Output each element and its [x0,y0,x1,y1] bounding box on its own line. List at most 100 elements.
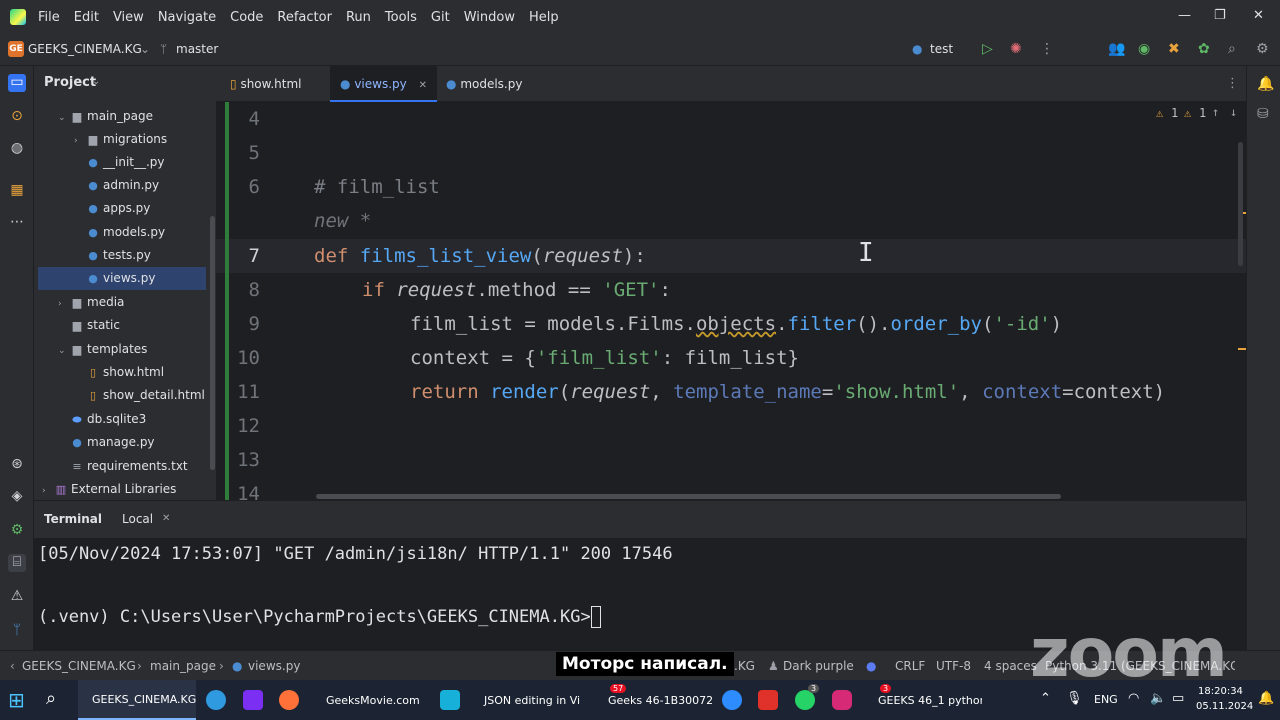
ai-status-icon[interactable]: ● [866,659,876,673]
terminal-tab-local[interactable]: Local [122,512,153,526]
clock-date[interactable]: 05.11.2024 [1196,701,1253,712]
tree-item-migrations[interactable]: › ▆ migrations [74,128,167,151]
menu-window[interactable]: Window [464,10,515,25]
weak-warning-icon[interactable]: ⚠ [1184,106,1191,120]
tools-icon[interactable]: ✖ [1168,41,1180,57]
expand-arrow-icon[interactable]: › [58,293,70,316]
next-highlight-icon[interactable]: ↓ [1230,105,1237,119]
warning-stripe[interactable] [1238,348,1246,350]
breadcrumb-file[interactable]: views.py [248,659,300,673]
microphone-icon[interactable]: 🎙 [1066,691,1083,706]
tree-item-apps-py[interactable]: ● apps.py [86,197,150,220]
project-switcher[interactable]: GEEKS_CINEMA.KG [28,42,142,56]
terminal-prompt-line[interactable]: (.venv) C:\Users\User\PycharmProjects\GE… [38,606,601,628]
terminal-tool-icon[interactable]: ⌸ [8,554,26,572]
structure-icon[interactable]: ▦ [8,182,26,200]
volume-icon[interactable]: 🔈 [1150,691,1166,706]
close-icon[interactable]: ✕ [1253,8,1264,23]
menu-tools[interactable]: Tools [385,10,417,25]
edge-icon[interactable] [206,690,226,710]
editor-vertical-scrollbar[interactable] [1238,142,1243,266]
project-tool-icon[interactable]: ▭ [8,74,26,92]
menu-edit[interactable]: Edit [74,10,99,25]
expand-arrow-icon[interactable]: ⌄ [58,107,70,130]
tab-views-py[interactable]: ● views.py ✕ [330,66,437,102]
tree-item-requirements-txt[interactable]: ≡ requirements.txt [70,455,187,478]
breadcrumb-folder[interactable]: main_page [150,659,216,673]
menu-file[interactable]: File [38,10,60,25]
zoom-app-icon[interactable] [722,690,742,710]
chevron-down-icon[interactable]: ⌄ [92,76,100,87]
recorder-icon[interactable] [758,690,778,710]
settings-icon[interactable]: ⚙ [1256,41,1269,57]
tree-item-admin-py[interactable]: ● admin.py [86,174,159,197]
github-icon[interactable]: ◍ [8,140,26,158]
editor-horizontal-scrollbar[interactable] [316,494,1061,499]
expand-arrow-icon[interactable]: › [74,130,86,153]
commit-icon[interactable]: ⊙ [8,108,26,126]
services-icon[interactable]: ◉ [1138,41,1150,57]
notification-center-icon[interactable]: 🔔 [1258,691,1274,706]
weak-warning-count[interactable]: 1 [1199,106,1206,120]
python-packages-icon[interactable]: ◈ [8,488,26,506]
tab-show-html[interactable]: ▯ show.html [220,66,312,102]
git-icon[interactable]: ᛘ [8,622,26,640]
wifi-icon[interactable]: ◠ [1128,691,1139,706]
terminal-title[interactable]: Terminal [44,512,102,526]
tree-item-db-sqlite3[interactable]: ⬬ db.sqlite3 [70,408,146,431]
branch-switcher[interactable]: master [176,42,218,56]
tree-item-views-py[interactable]: ● views.py [38,267,206,290]
database-icon[interactable]: ⛁ [1257,106,1269,122]
more-icon[interactable]: ⋮ [1040,41,1054,57]
taskbar-item-pycharm[interactable]: GEEKS_CINEMA.KG [78,680,196,720]
run-config-selector[interactable]: test [930,42,953,56]
debug-icon[interactable]: ✺ [1010,41,1022,57]
whatsapp-icon[interactable] [795,690,815,710]
taskbar-item-chrome-json[interactable]: JSON editing in Vi [472,680,584,720]
tree-item-main-page[interactable]: ⌄ ▆ main_page [58,105,153,128]
app-icon[interactable] [440,690,460,710]
tree-item-external-libraries[interactable]: › ▥ External Libraries [42,478,176,500]
tree-item-media[interactable]: › ▆ media [58,291,124,314]
theme-name[interactable]: Dark purple [783,659,854,673]
line-separator[interactable]: CRLF [895,659,925,673]
code-editor[interactable]: ⚠ 1 ⚠ 1 ↑ ↓ 4 5 6 7 8 9 10 11 12 13 14 #… [216,102,1246,500]
instagram-icon[interactable] [832,690,852,710]
tab-models-py[interactable]: ● models.py [436,66,532,102]
chevron-up-icon[interactable]: ⌃ [1040,691,1051,706]
project-panel-title[interactable]: Project [44,75,96,90]
indent-setting[interactable]: 4 spaces [984,659,1037,673]
usage-hint[interactable]: new * [314,210,371,232]
language-indicator[interactable]: ENG [1094,693,1118,706]
menu-refactor[interactable]: Refactor [277,10,332,25]
expand-arrow-icon[interactable]: ⌄ [58,340,70,363]
search-icon[interactable]: ⌕ [1228,41,1236,57]
restore-icon[interactable]: ❐ [1214,8,1226,23]
tree-item-show-detail-html[interactable]: ▯ show_detail.html [86,384,205,407]
tree-item-manage-py[interactable]: ● manage.py [70,431,154,454]
menu-run[interactable]: Run [346,10,371,25]
tree-item-models-py[interactable]: ● models.py [86,221,165,244]
search-icon[interactable]: ⌕ [46,688,56,709]
run-icon[interactable]: ▷ [982,41,993,57]
tab-close-icon[interactable]: ✕ [419,80,427,91]
taskbar-item-explorer[interactable]: GeeksMovie.com [314,680,422,720]
tree-item-templates[interactable]: ⌄ ▆ templates [58,338,147,361]
ai-assistant-icon[interactable]: ✿ [1198,41,1210,57]
python-console-icon[interactable]: ⊛ [8,456,26,474]
breadcrumb-project[interactable]: GEEKS_CINEMA.KG [22,659,136,673]
windows-start-icon[interactable]: ⊞ [8,688,25,712]
tab-options-icon[interactable]: ⋮ [1226,76,1239,91]
code-with-me-icon[interactable]: 👥 [1108,41,1125,57]
file-encoding[interactable]: UTF-8 [936,659,971,673]
previous-highlight-icon[interactable]: ↑ [1212,105,1219,119]
terminal-tab-close-icon[interactable]: ✕ [162,513,170,524]
notifications-icon[interactable]: 🔔 [1257,76,1274,92]
postman-icon[interactable] [279,690,299,710]
menu-code[interactable]: Code [230,10,263,25]
clock-time[interactable]: 18:20:34 [1198,686,1243,697]
more-tools-icon[interactable]: ⋯ [8,214,26,232]
tree-item-tests-py[interactable]: ● tests.py [86,244,151,267]
services-tool-icon[interactable]: ⚙ [8,522,26,540]
phpstorm-icon[interactable] [243,690,263,710]
